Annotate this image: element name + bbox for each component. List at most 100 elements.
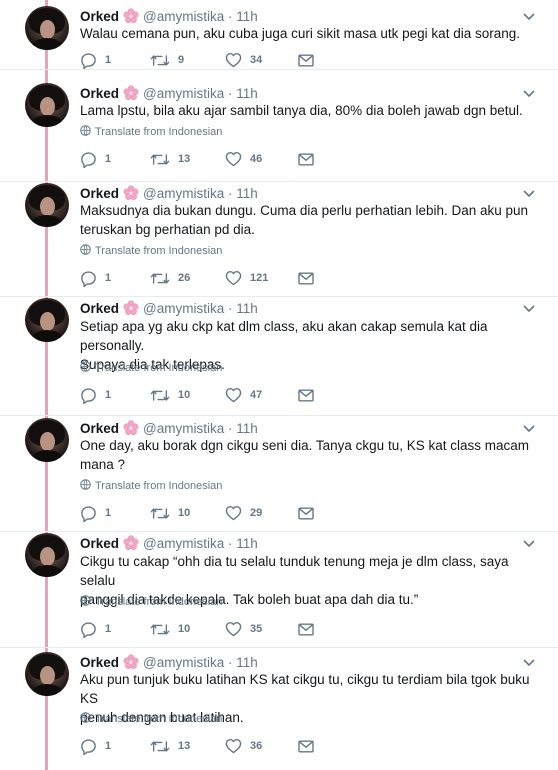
direct-message-button[interactable] xyxy=(298,269,314,287)
cherry-blossom-icon xyxy=(123,185,139,201)
tweet[interactable]: Orked @amymistika · 11h One day, aku bor… xyxy=(0,416,558,532)
tweet-timestamp[interactable]: 11h xyxy=(236,301,258,316)
author-handle[interactable]: @amymistika xyxy=(143,186,224,201)
tweet-timestamp[interactable]: 11h xyxy=(236,9,258,24)
separator-dot: · xyxy=(228,421,233,436)
tweet-timestamp[interactable]: 11h xyxy=(236,421,258,436)
cherry-blossom-icon xyxy=(123,8,139,24)
globe-icon xyxy=(80,479,91,490)
author-handle[interactable]: @amymistika xyxy=(143,655,224,670)
tweet-timestamp[interactable]: 11h xyxy=(236,536,258,551)
direct-message-button[interactable] xyxy=(298,386,314,404)
chevron-down-icon[interactable] xyxy=(522,658,536,668)
retweet-icon xyxy=(150,740,170,752)
translate-link[interactable]: Translate from Indonesian xyxy=(80,361,222,374)
author-handle[interactable]: @amymistika xyxy=(143,9,224,24)
direct-message-button[interactable] xyxy=(298,620,314,638)
retweet-button[interactable]: 10 xyxy=(150,504,190,522)
retweet-button[interactable]: 10 xyxy=(150,620,190,638)
tweet-timestamp[interactable]: 11h xyxy=(236,655,258,670)
tweet[interactable]: Orked @amymistika · 11h Lama lpstu, bila… xyxy=(0,70,558,182)
tweet[interactable]: Orked @amymistika · 11h Cikgu tu cakap “… xyxy=(0,532,558,648)
tweet-text: Lama lpstu, bila aku ajar sambil tanya d… xyxy=(80,101,535,120)
retweet-icon xyxy=(150,54,170,66)
retweet-button[interactable]: 9 xyxy=(150,51,184,69)
cherry-blossom-icon xyxy=(123,420,139,436)
avatar[interactable] xyxy=(25,533,69,577)
reply-button[interactable]: 1 xyxy=(80,269,111,287)
retweet-button[interactable]: 13 xyxy=(150,150,190,168)
chevron-down-icon[interactable] xyxy=(522,304,536,314)
like-button[interactable]: 36 xyxy=(225,737,262,755)
like-button[interactable]: 121 xyxy=(225,269,268,287)
chevron-down-icon[interactable] xyxy=(522,189,536,199)
like-count: 29 xyxy=(250,507,263,519)
cherry-blossom-icon xyxy=(123,535,139,551)
chevron-down-icon[interactable] xyxy=(522,89,536,99)
translate-label: Translate from Indonesian xyxy=(95,480,223,492)
author-name[interactable]: Orked xyxy=(80,9,119,24)
author-handle[interactable]: @amymistika xyxy=(143,421,224,436)
author-name[interactable]: Orked xyxy=(80,86,119,101)
author-name[interactable]: Orked xyxy=(80,301,119,316)
chevron-down-icon[interactable] xyxy=(522,424,536,434)
avatar[interactable] xyxy=(25,6,69,50)
reply-button[interactable]: 1 xyxy=(80,737,111,755)
like-button[interactable]: 29 xyxy=(225,504,262,522)
globe-icon xyxy=(80,595,91,606)
like-count: 35 xyxy=(250,623,263,635)
translate-link[interactable]: Translate from Indonesian xyxy=(80,125,222,138)
tweet-timestamp[interactable]: 11h xyxy=(236,186,258,201)
reply-button[interactable]: 1 xyxy=(80,620,111,638)
avatar[interactable] xyxy=(25,183,69,227)
retweet-button[interactable]: 10 xyxy=(150,386,190,404)
tweet[interactable]: Orked @amymistika · 11h Maksudnya dia bu… xyxy=(0,182,558,297)
direct-message-button[interactable] xyxy=(298,150,314,168)
author-name[interactable]: Orked xyxy=(80,421,119,436)
direct-message-button[interactable] xyxy=(298,504,314,522)
translate-link[interactable]: Translate from Indonesian xyxy=(80,479,222,492)
chevron-down-icon[interactable] xyxy=(522,12,536,22)
reply-button[interactable]: 1 xyxy=(80,150,111,168)
avatar[interactable] xyxy=(25,418,69,462)
tweet[interactable]: Orked @amymistika · 11h Setiap apa yg ak… xyxy=(0,297,558,416)
reply-count: 1 xyxy=(105,507,112,519)
avatar[interactable] xyxy=(25,652,69,696)
reply-button[interactable]: 1 xyxy=(80,51,111,69)
tweet-timestamp[interactable]: 11h xyxy=(236,86,258,101)
author-name[interactable]: Orked xyxy=(80,186,119,201)
reply-icon xyxy=(81,621,96,638)
like-count: 36 xyxy=(250,740,263,752)
retweet-count: 10 xyxy=(178,389,191,401)
chevron-down-icon[interactable] xyxy=(522,539,536,549)
cherry-blossom-icon xyxy=(123,300,139,316)
tweet-text-line: Setiap apa yg aku ckp kat dlm class, aku… xyxy=(80,319,488,353)
tweet-text: Maksudnya dia bukan dungu. Cuma dia perl… xyxy=(80,201,535,239)
cherry-blossom-icon xyxy=(123,654,139,670)
tweet[interactable]: Orked @amymistika · 11h Aku pun tunjuk b… xyxy=(0,648,558,770)
tweet-text-line: One day, aku borak dgn cikgu seni dia. T… xyxy=(80,438,529,453)
retweet-button[interactable]: 26 xyxy=(150,269,190,287)
like-button[interactable]: 34 xyxy=(225,51,262,69)
avatar[interactable] xyxy=(25,83,69,127)
reply-button[interactable]: 1 xyxy=(80,504,111,522)
like-button[interactable]: 47 xyxy=(225,386,262,404)
retweet-button[interactable]: 13 xyxy=(150,737,190,755)
author-handle[interactable]: @amymistika xyxy=(143,301,224,316)
heart-icon xyxy=(225,151,242,167)
author-handle[interactable]: @amymistika xyxy=(143,536,224,551)
direct-message-button[interactable] xyxy=(298,51,314,69)
avatar[interactable] xyxy=(25,298,69,342)
author-handle[interactable]: @amymistika xyxy=(143,86,224,101)
tweet[interactable]: Orked @amymistika · 11h Walau cemana pun… xyxy=(0,0,558,70)
author-name[interactable]: Orked xyxy=(80,655,119,670)
separator-dot: · xyxy=(228,9,233,24)
translate-link[interactable]: Translate from Indonesian xyxy=(80,712,222,725)
translate-link[interactable]: Translate from Indonesian xyxy=(80,595,222,608)
reply-button[interactable]: 1 xyxy=(80,386,111,404)
like-button[interactable]: 35 xyxy=(225,620,262,638)
like-button[interactable]: 46 xyxy=(225,150,262,168)
author-name[interactable]: Orked xyxy=(80,536,119,551)
direct-message-button[interactable] xyxy=(298,737,314,755)
translate-link[interactable]: Translate from Indonesian xyxy=(80,244,222,257)
